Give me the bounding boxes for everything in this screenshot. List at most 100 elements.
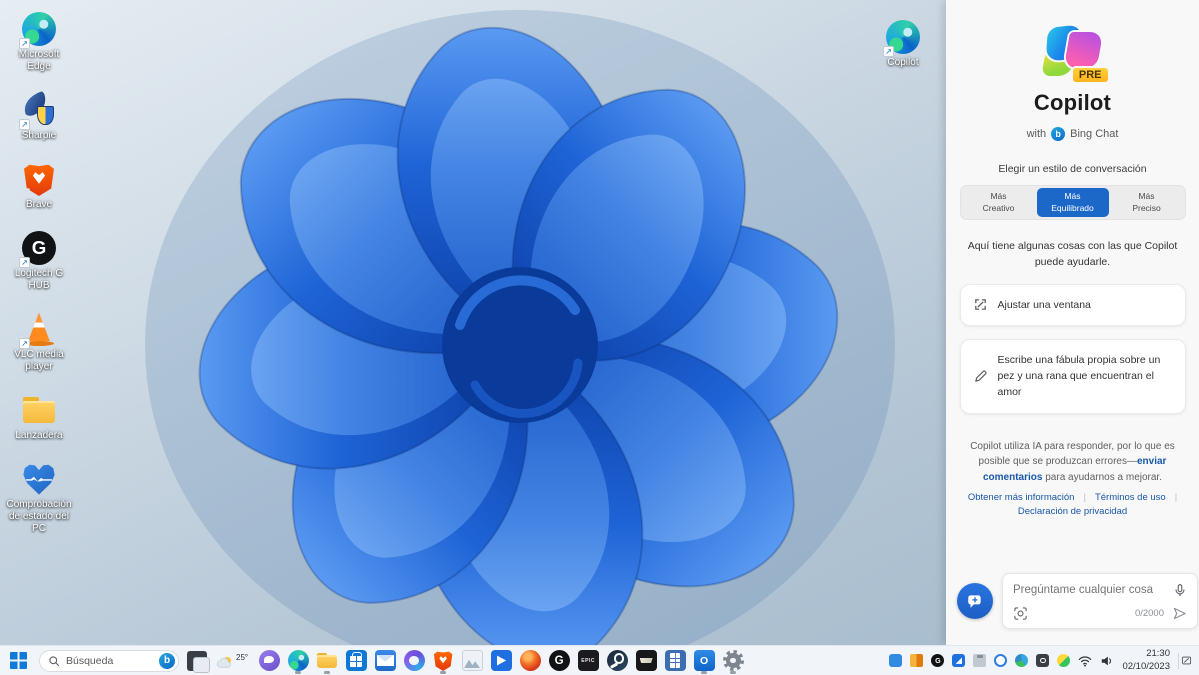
taskbar-file-explorer-button[interactable] (314, 647, 340, 675)
bing-icon (1051, 127, 1066, 141)
suggestion-list: Ajustar una ventana Escribe una fábula pr… (959, 283, 1186, 414)
search-input[interactable] (66, 654, 153, 667)
desktop-icon-brave[interactable]: Brave (6, 162, 72, 211)
tray-tray-blue-button[interactable] (889, 654, 903, 667)
bluetooth-icon (994, 654, 1008, 667)
chat-input-area: 0/2000 (957, 573, 1198, 629)
desktop-icon-right: Copilot (870, 20, 936, 69)
desktop-icon-column: Microsoft Edge Sharpie Brave Logitech G HUB… (6, 12, 72, 535)
taskbar-search[interactable] (39, 649, 179, 672)
taskbar-outlook-button[interactable] (691, 647, 717, 675)
calculator-icon (664, 650, 686, 671)
tray-bluetooth-button[interactable] (994, 654, 1008, 667)
taskbar-brave-button[interactable] (430, 647, 456, 675)
microphone-button[interactable] (1173, 583, 1187, 597)
link-declaraci-n-de-privacidad[interactable]: Declaración de privacidad (1018, 506, 1127, 517)
taskbar-settings-button[interactable] (720, 647, 746, 675)
ghub-icon (548, 650, 570, 671)
chat-input-box[interactable]: 0/2000 (1002, 573, 1198, 629)
mail-icon (374, 650, 396, 671)
steam-icon (606, 650, 628, 671)
link-obtener-m-s-informaci-n[interactable]: Obtener más información (968, 492, 1075, 503)
suggestion-card-ajustar-una-ventana[interactable]: Ajustar una ventana (959, 283, 1186, 326)
desktop-icon-vlc-media-player[interactable]: VLC media player (6, 312, 72, 373)
link-t-rminos-de-uso[interactable]: Términos de uso (1095, 492, 1166, 503)
tray-ghub-icon (931, 654, 945, 667)
start-button[interactable] (5, 648, 31, 674)
style-m-s-equilibrado[interactable]: Más Equilibrado (1036, 188, 1109, 217)
tray-orange-icon (910, 654, 924, 667)
conversation-style-toggle: Más Creativo Más Equilibrado Más Preciso (959, 185, 1186, 220)
bing-chat-icon[interactable] (159, 652, 175, 669)
desktop-icon-sharpie[interactable]: Sharpie (6, 93, 72, 142)
subtitle-prefix: with (1026, 128, 1047, 140)
tray-tray-orange-button[interactable] (910, 654, 924, 667)
tray-tray-yellow-button[interactable] (1057, 654, 1071, 667)
shortcut-arrow-icon (19, 119, 30, 130)
new-topic-button[interactable] (957, 583, 993, 619)
game-black-icon (635, 650, 657, 671)
desktop-icon-label: VLC media player (14, 349, 64, 372)
taskbar-chat-button[interactable] (256, 647, 282, 675)
shortcut-arrow-icon (23, 488, 30, 495)
tray-capture-button[interactable] (1036, 654, 1050, 667)
taskbar-clock[interactable]: 21:30 02/10/2023 (1122, 648, 1170, 673)
tray-wifi-button[interactable] (1078, 654, 1092, 668)
desktop-icon-logitech-g-hub[interactable]: Logitech G HUB (6, 231, 72, 292)
desktop-icon-lanzadera[interactable]: Lanzadera (6, 393, 72, 442)
tray-tray-ghub-button[interactable] (931, 654, 945, 667)
game-red-icon (519, 650, 541, 671)
desktop-icon-label: Copilot (887, 57, 919, 68)
taskbar-cortana-button[interactable] (401, 647, 427, 675)
taskbar-movies-button[interactable] (488, 647, 514, 675)
notifications-icon (1181, 656, 1192, 665)
taskbar-calculator-button[interactable] (662, 647, 688, 675)
taskbar-game-black-button[interactable] (633, 647, 659, 675)
desktop-icon-comprobaci-n-de-estado-del-pc[interactable]: Comprobación de estado del PC (6, 462, 72, 535)
weather-temperature: 25° (236, 653, 249, 662)
pencil-icon (973, 369, 988, 384)
subtitle-brand: Bing Chat (1070, 128, 1119, 140)
desktop-icon-copilot[interactable]: Copilot (870, 20, 936, 69)
weather-widget[interactable]: 25° (215, 651, 248, 670)
taskbar-epic-button[interactable] (575, 647, 601, 675)
shortcut-arrow-icon (19, 338, 30, 349)
taskbar-steam-button[interactable] (604, 647, 630, 675)
wallpaper-bloom (145, 10, 895, 645)
suggestion-text: Escribe una fábula propia sobre un pez y… (997, 353, 1161, 399)
desktop-icon-microsoft-edge[interactable]: Microsoft Edge (6, 12, 72, 73)
tray-yellow-icon (1057, 654, 1071, 667)
file-explorer-icon (317, 650, 338, 671)
taskbar-photos-button[interactable] (459, 647, 485, 675)
chat-input[interactable] (1013, 584, 1167, 596)
bird-shield-icon (19, 93, 56, 130)
ai-disclaimer: Copilot utiliza IA para responder, por l… (946, 439, 1199, 486)
style-m-s-preciso[interactable]: Más Preciso (1111, 188, 1183, 217)
taskbar-edge-button[interactable] (285, 647, 311, 675)
copilot-logo-ribbon-pink (1063, 32, 1103, 68)
edge-icon (287, 650, 309, 671)
taskbar-ghub-button[interactable] (546, 647, 572, 675)
task-view-button[interactable] (187, 650, 210, 674)
microphone-icon (1175, 584, 1185, 597)
style-m-s-creativo[interactable]: Más Creativo (963, 188, 1035, 217)
desktop-icon-label: Lanzadera (15, 430, 63, 441)
edge-icon (883, 20, 920, 57)
show-desktop-button[interactable] (1178, 652, 1192, 669)
taskbar-mail-button[interactable] (372, 647, 398, 675)
outlook-icon (693, 650, 715, 671)
tray-blue-icon (889, 654, 903, 667)
screenshot-button[interactable] (1013, 606, 1028, 621)
suggestion-card-escribe-una-f-bula-propia-sobr[interactable]: Escribe una fábula propia sobre un pez y… (959, 338, 1186, 414)
shortcut-arrow-icon (19, 38, 30, 49)
footer-links: Obtener más información | Términos de uso |… (946, 492, 1199, 517)
taskbar-game-red-button[interactable] (517, 647, 543, 675)
tray-tray-bluesq-button[interactable] (952, 654, 966, 667)
send-button[interactable] (1172, 606, 1187, 621)
taskbar-store-button[interactable] (343, 647, 369, 675)
tray-volume-button[interactable] (1100, 654, 1114, 668)
search-icon (49, 655, 60, 666)
shortcut-arrow-icon (19, 257, 30, 268)
tray-globe-button[interactable] (1015, 654, 1029, 667)
tray-usb-button[interactable] (973, 654, 987, 667)
